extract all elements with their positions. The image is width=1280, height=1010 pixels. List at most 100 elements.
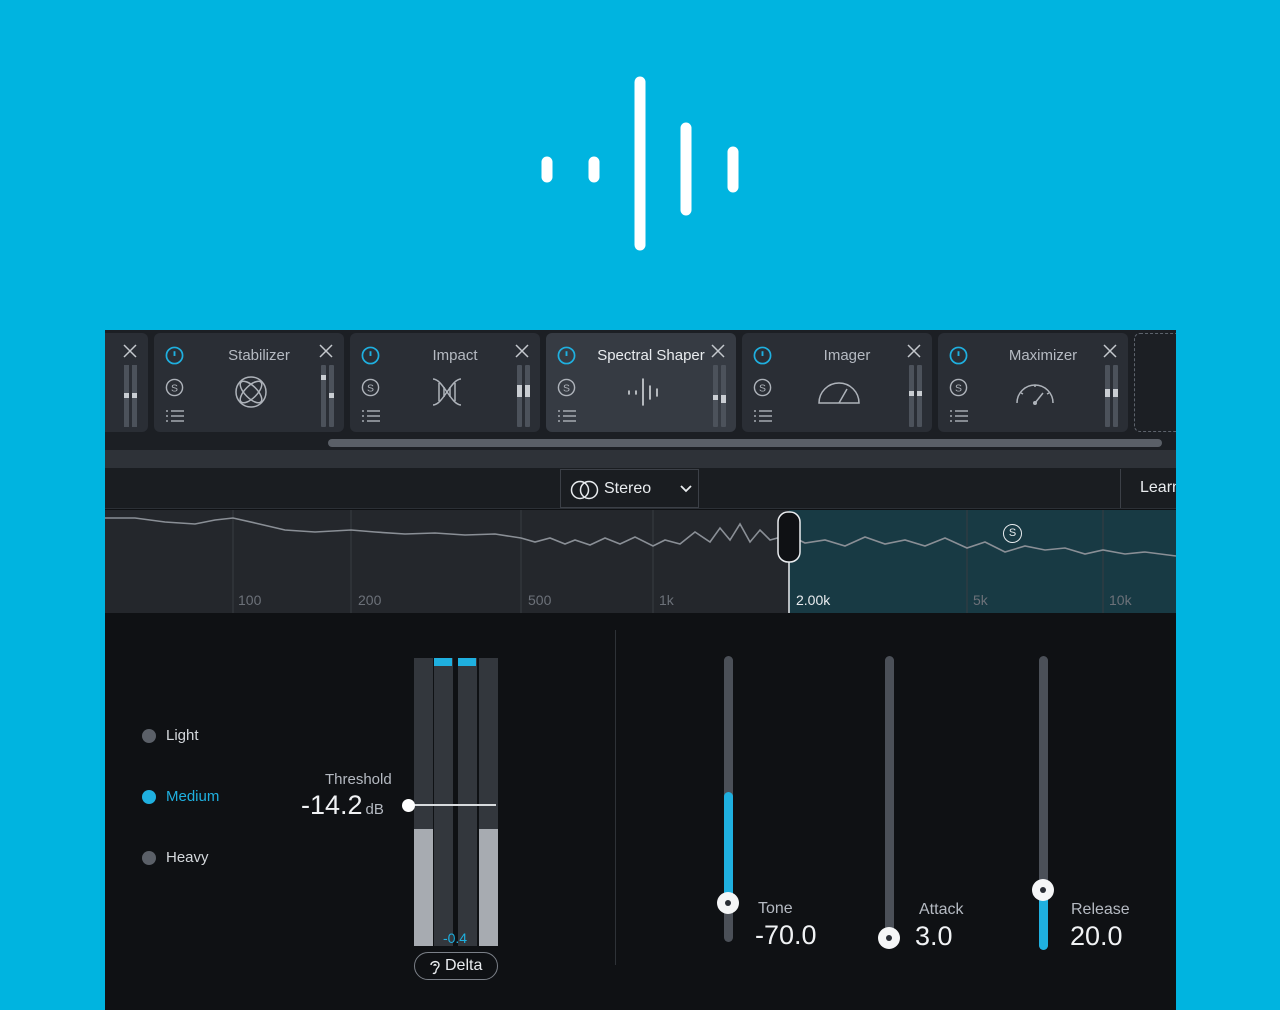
peak-indicator [434,658,452,666]
module-name: Stabilizer [228,347,290,364]
release-knob[interactable] [1032,879,1054,901]
threshold-number: -14.2 [301,790,363,820]
delta-button[interactable]: Delta [414,952,498,980]
list-icon[interactable] [558,409,576,423]
tone-knob[interactable] [717,892,739,914]
close-icon[interactable] [514,343,530,359]
attack-value[interactable]: 3.0 [915,921,953,952]
solo-icon[interactable]: S [361,378,380,397]
band-solo-button[interactable]: S [1003,524,1022,543]
list-icon[interactable] [754,409,772,423]
impact-icon [432,378,462,406]
module-name: Spectral Shaper [597,347,705,364]
gain-reduction-meter-left [434,658,453,946]
stereo-rings-icon [570,480,599,500]
svg-text:S: S [955,383,962,394]
close-icon[interactable] [318,343,334,359]
release-value[interactable]: 20.0 [1070,921,1123,952]
solo-icon[interactable]: S [753,378,772,397]
freq-label: 500 [528,592,552,608]
ear-icon [430,960,440,975]
maximizer-icon [1016,384,1054,405]
threshold-label: Threshold [325,771,392,788]
solo-icon[interactable]: S [557,378,576,397]
power-icon[interactable] [949,346,968,365]
power-icon[interactable] [753,346,772,365]
section-divider [615,630,616,965]
attack-knob[interactable] [878,927,900,949]
mode-label: Light [166,727,199,744]
mode-label: Heavy [166,849,209,866]
plugin-window: Stabilizer S Impact S Spectral Shaper S [105,330,1176,1010]
freq-label: 10k [1109,592,1132,608]
release-slider[interactable] [1039,656,1048,950]
power-icon[interactable] [361,346,380,365]
module-chain: Stabilizer S Impact S Spectral Shaper S [105,330,1176,450]
stereo-mode-select[interactable]: Stereo [560,469,699,508]
toolbar: Stereo Learn [105,468,1176,509]
close-icon[interactable] [710,343,726,359]
chevron-down-icon [680,485,692,493]
radio-dot [142,790,156,804]
list-icon[interactable] [166,409,184,423]
delta-value: -0.4 [442,930,468,946]
learn-button[interactable]: Learn [1120,469,1176,508]
stereo-mode-label: Stereo [604,480,652,497]
output-meter [517,365,531,427]
threshold-handle[interactable] [402,799,415,812]
imager-icon [818,382,860,404]
output-meter [321,365,335,427]
module-imager[interactable]: Imager S [742,333,932,432]
module-spectral-shaper[interactable]: Spectral Shaper S [546,333,736,432]
close-icon[interactable] [1102,343,1118,359]
close-icon[interactable] [122,343,138,359]
solo-icon: S [1008,527,1017,539]
svg-text:S: S [759,383,766,394]
threshold-line [409,804,496,806]
tone-fill [724,792,733,908]
solo-icon[interactable]: S [949,378,968,397]
mode-label: Medium [166,788,220,805]
threshold-unit: dB [365,801,384,818]
input-meter-left [414,658,433,946]
power-icon[interactable] [165,346,184,365]
module-partial[interactable] [105,333,148,432]
radio-dot [142,851,156,865]
threshold-value[interactable]: -14.2 dB [301,790,384,821]
output-meter [713,365,727,427]
power-icon[interactable] [557,346,576,365]
spectrum-display[interactable]: 100 200 500 1k 2.00k 5k 10k S [105,510,1176,613]
tone-label: Tone [758,900,793,917]
freq-label: 200 [358,592,382,608]
input-meter-right [479,658,498,946]
frequency-handle[interactable] [777,511,801,563]
freq-label: 1k [659,592,674,608]
spectral-shaper-logo-icon [541,76,739,251]
radio-dot [142,729,156,743]
module-maximizer[interactable]: Maximizer S [938,333,1128,432]
solo-icon[interactable]: S [165,378,184,397]
svg-text:S: S [367,383,374,394]
module-name: Imager [823,347,871,364]
module-stabilizer[interactable]: Stabilizer S [154,333,344,432]
selected-freq-label: 2.00k [796,592,831,608]
chain-scrollbar[interactable] [328,439,1162,447]
peak-indicator [458,658,476,666]
output-meter [1105,365,1119,427]
list-icon[interactable] [362,409,380,423]
output-meter [909,365,923,427]
close-icon[interactable] [906,343,922,359]
svg-text:S: S [563,383,570,394]
list-icon[interactable] [950,409,968,423]
module-impact[interactable]: Impact S [350,333,540,432]
attack-slider[interactable] [885,656,894,942]
attack-label: Attack [919,901,964,918]
add-module-slot[interactable] [1134,333,1176,432]
output-meter [124,365,138,427]
svg-text:S: S [171,383,178,394]
module-name: Impact [432,347,478,364]
release-label: Release [1071,901,1130,918]
tone-value[interactable]: -70.0 [755,920,817,951]
freq-label: 100 [238,592,262,608]
module-name: Maximizer [1008,347,1078,364]
